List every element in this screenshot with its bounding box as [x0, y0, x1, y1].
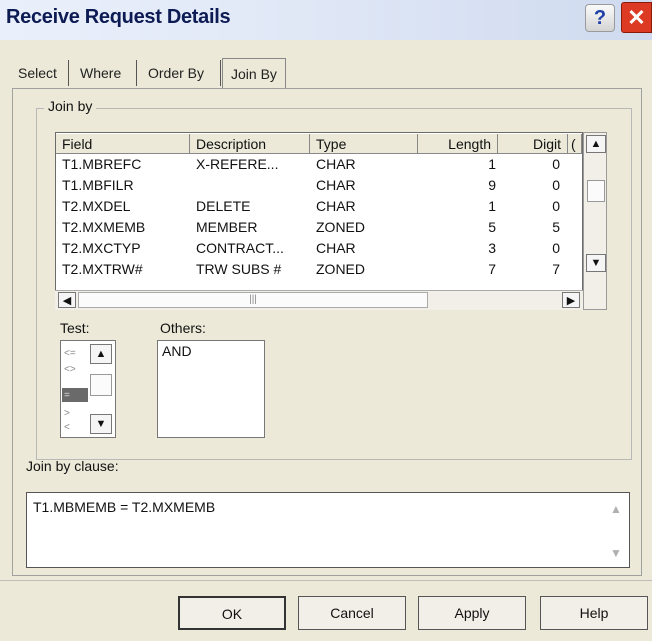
cell-description: X-REFERE... — [196, 156, 279, 172]
table-row[interactable]: T2.MXMEMB MEMBER ZONED 5 5 — [56, 218, 582, 236]
window-title: Receive Request Details — [6, 6, 231, 28]
cell-description: TRW SUBS # — [196, 261, 282, 277]
column-header-digit[interactable]: Digit — [498, 134, 568, 154]
column-header-type[interactable]: Type — [310, 134, 418, 154]
tab-join-by[interactable]: Join By — [222, 58, 286, 88]
cell-digit: 0 — [552, 177, 560, 193]
operator-item[interactable]: = — [64, 390, 70, 402]
cell-digit: 0 — [552, 156, 560, 172]
cell-length: 3 — [488, 240, 496, 256]
cell-description: CONTRACT... — [196, 240, 284, 256]
scroll-right-icon[interactable]: ▶ — [562, 292, 580, 308]
cell-field: T2.MXCTYP — [62, 240, 141, 256]
scroll-left-icon[interactable]: ◀ — [58, 292, 76, 308]
cell-digit: 0 — [552, 240, 560, 256]
scroll-up-icon[interactable]: ▲ — [610, 502, 622, 516]
column-header-description[interactable]: Description — [190, 134, 310, 154]
cell-field: T2.MXMEMB — [62, 219, 146, 235]
table-row[interactable]: T2.MXTRW# TRW SUBS # ZONED 7 7 — [56, 260, 582, 278]
help-title-button[interactable]: ? — [585, 4, 615, 32]
cell-field: T2.MXTRW# — [62, 261, 143, 277]
cell-type: CHAR — [316, 177, 356, 193]
cell-type: ZONED — [316, 261, 365, 277]
operator-item[interactable]: > — [64, 408, 70, 420]
tab-separator — [220, 60, 221, 86]
join-clause-label: Join by clause: — [26, 458, 119, 474]
cell-description: DELETE — [196, 198, 251, 214]
tab-separator — [136, 60, 137, 86]
cell-description: MEMBER — [196, 219, 258, 235]
table-row[interactable]: T1.MBFILR CHAR 9 0 — [56, 176, 582, 194]
tab-order-by[interactable]: Order By — [142, 58, 210, 88]
operator-item[interactable]: < — [64, 422, 70, 434]
column-header-field[interactable]: Field — [56, 134, 190, 154]
test-scroll-thumb[interactable] — [90, 374, 112, 396]
cell-field: T2.MXDEL — [62, 198, 131, 214]
cell-length: 1 — [488, 198, 496, 214]
vertical-scroll-thumb[interactable] — [587, 180, 605, 202]
column-header-length[interactable]: Length — [418, 134, 498, 154]
help-button[interactable]: Help — [540, 596, 648, 630]
tab-separator — [68, 60, 69, 86]
cell-digit: 7 — [552, 261, 560, 277]
close-button[interactable]: ✕ — [621, 2, 652, 33]
cell-length: 7 — [488, 261, 496, 277]
cell-length: 1 — [488, 156, 496, 172]
others-list[interactable]: AND — [157, 340, 265, 438]
ok-button[interactable]: OK — [178, 596, 286, 630]
cell-type: CHAR — [316, 240, 356, 256]
cell-length: 5 — [488, 219, 496, 235]
test-label: Test: — [60, 320, 90, 336]
cell-field: T1.MBFILR — [62, 177, 134, 193]
cell-type: CHAR — [316, 198, 356, 214]
apply-button[interactable]: Apply — [418, 596, 526, 630]
cell-digit: 0 — [552, 198, 560, 214]
scroll-up-icon[interactable]: ▲ — [90, 344, 112, 364]
table-row[interactable]: T1.MBREFC X-REFERE... CHAR 1 0 — [56, 155, 582, 173]
scroll-down-icon[interactable]: ▼ — [90, 414, 112, 434]
join-clause-textarea[interactable]: T1.MBMEMB = T2.MXMEMB — [26, 492, 630, 568]
column-header-truncated[interactable]: ( — [568, 134, 582, 154]
others-label: Others: — [160, 320, 206, 336]
operator-item[interactable]: <> — [64, 364, 76, 376]
cell-type: ZONED — [316, 219, 365, 235]
join-clause-text: T1.MBMEMB = T2.MXMEMB — [33, 499, 216, 515]
scroll-down-icon[interactable]: ▼ — [610, 546, 622, 560]
listview-rows: T1.MBREFC X-REFERE... CHAR 1 0 T1.MBFILR… — [56, 155, 582, 289]
others-item[interactable]: AND — [162, 343, 260, 359]
cell-length: 9 — [488, 177, 496, 193]
tab-where[interactable]: Where — [74, 58, 127, 88]
table-row[interactable]: T2.MXCTYP CONTRACT... CHAR 3 0 — [56, 239, 582, 257]
operator-item[interactable]: <= — [64, 348, 76, 360]
cell-type: CHAR — [316, 156, 356, 172]
tab-select[interactable]: Select — [12, 58, 63, 88]
table-row[interactable]: T2.MXDEL DELETE CHAR 1 0 — [56, 197, 582, 215]
scroll-down-icon[interactable]: ▼ — [586, 254, 606, 272]
listview-vertical-scrollbar[interactable] — [583, 132, 607, 310]
join-by-group-label: Join by — [44, 98, 97, 114]
cell-digit: 5 — [552, 219, 560, 235]
cell-field: T1.MBREFC — [62, 156, 142, 172]
button-divider — [0, 580, 652, 581]
scroll-up-icon[interactable]: ▲ — [586, 135, 606, 153]
horizontal-scroll-thumb[interactable]: ||| — [78, 292, 428, 308]
cancel-button[interactable]: Cancel — [298, 596, 406, 630]
